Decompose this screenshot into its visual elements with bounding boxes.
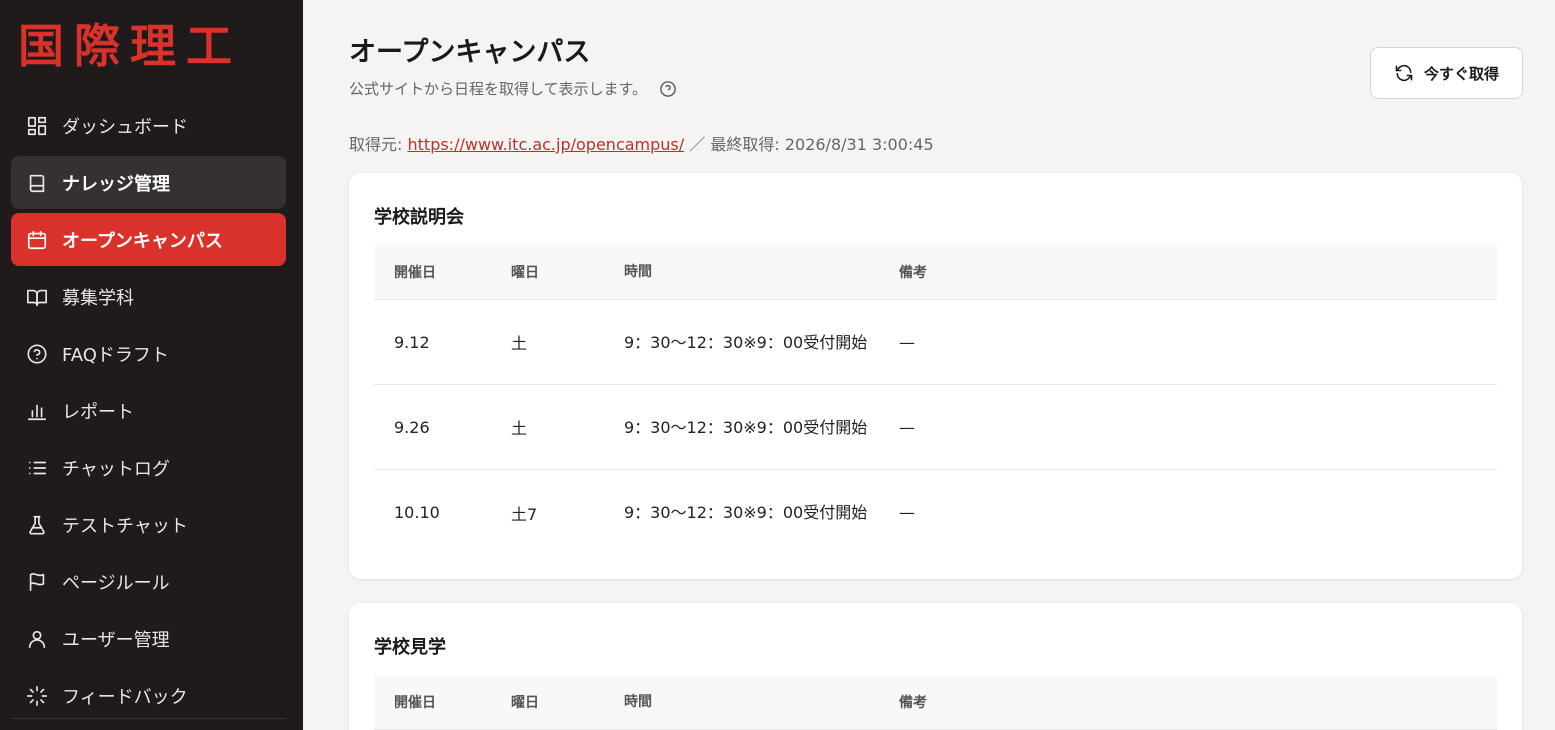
loader-icon [26, 685, 48, 707]
table-header: 開催日 曜日 時間 備考 [374, 675, 1497, 730]
cell-time: 9：30〜12：30※9：00受付開始 [624, 332, 868, 352]
schedule-table: 開催日 曜日 時間 備考 [374, 675, 1497, 730]
cell-weekday: 土 [511, 334, 528, 353]
cell-date: 9.26 [394, 417, 430, 437]
sidebar-item-label: FAQドラフト [62, 344, 169, 366]
cell-note: — [899, 417, 915, 437]
table-header: 開催日 曜日 時間 備考 [374, 245, 1497, 300]
page-subtitle-text: 公式サイトから日程を取得して表示します。 [349, 80, 648, 98]
bar-chart-icon [26, 400, 48, 422]
list-icon [26, 457, 48, 479]
source-prefix: 取得元: [349, 135, 403, 154]
sidebar-item-open-campus[interactable]: オープンキャンパス [11, 213, 286, 266]
sidebar-item-label: ダッシュボード [62, 116, 188, 138]
sidebar-item-label: ページルール [62, 572, 170, 594]
column-header-note: 備考 [899, 695, 927, 711]
sidebar: 国際理工 ダッシュボード ナレッジ管理 オープンキャンパス 募集学科 FAQドラ… [0, 0, 303, 730]
sidebar-item-user-management[interactable]: ユーザー管理 [11, 612, 286, 665]
section-card-school-briefing: 学校説明会 開催日 曜日 時間 備考 9.12 土 9：30〜12：30※9：0… [349, 173, 1522, 579]
sidebar-item-test-chat[interactable]: テストチャット [11, 498, 286, 551]
sidebar-item-label: ユーザー管理 [62, 629, 170, 651]
sidebar-item-label: オープンキャンパス [62, 230, 223, 252]
book-icon [26, 172, 48, 194]
table-row: 9.26 土 9：30〜12：30※9：00受付開始 — [374, 385, 1497, 470]
cell-date: 10.10 [394, 503, 440, 522]
column-header-date: 開催日 [394, 265, 436, 281]
column-header-date: 開催日 [394, 695, 436, 711]
column-header-weekday: 曜日 [511, 265, 539, 281]
section-title: 学校見学 [374, 637, 446, 658]
sidebar-item-faq-draft[interactable]: FAQドラフト [11, 327, 286, 380]
open-book-icon [26, 286, 48, 308]
cell-note: — [899, 503, 915, 522]
page-title: オープンキャンパス [349, 37, 591, 68]
sidebar-item-label: レポート [62, 401, 134, 423]
sidebar-item-chat-log[interactable]: チャットログ [11, 441, 286, 494]
source-separator: ／ [689, 135, 706, 154]
cell-weekday: 土7 [511, 504, 538, 524]
column-header-note: 備考 [899, 265, 927, 281]
section-title: 学校説明会 [374, 207, 464, 228]
cell-weekday: 土 [511, 419, 528, 438]
sidebar-item-label: ナレッジ管理 [62, 173, 170, 195]
schedule-table: 開催日 曜日 時間 備考 9.12 土 9：30〜12：30※9：00受付開始 … [374, 245, 1497, 555]
sidebar-item-label: 募集学科 [62, 287, 134, 309]
sidebar-item-label: テストチャット [62, 515, 188, 537]
table-row: 10.10 土7 9：30〜12：30※9：00受付開始 — [374, 470, 1497, 555]
sidebar-divider [11, 718, 286, 719]
last-fetched: 最終取得: 2026/8/31 3:00:45 [710, 135, 934, 154]
refresh-icon [1395, 64, 1413, 82]
sidebar-item-departments[interactable]: 募集学科 [11, 270, 286, 323]
main-content: オープンキャンパス 公式サイトから日程を取得して表示します。 今すぐ取得 取得元… [303, 0, 1555, 730]
help-circle-icon [26, 343, 48, 365]
cell-note: — [899, 332, 915, 352]
column-header-time: 時間 [624, 693, 652, 710]
sidebar-item-page-rules[interactable]: ページルール [11, 555, 286, 608]
column-header-weekday: 曜日 [511, 695, 539, 711]
refresh-button[interactable]: 今すぐ取得 [1370, 47, 1523, 99]
cell-date: 9.12 [394, 332, 430, 352]
sidebar-nav: ダッシュボード ナレッジ管理 オープンキャンパス 募集学科 FAQドラフト レポ… [11, 99, 286, 726]
sidebar-item-report[interactable]: レポート [11, 384, 286, 437]
page-subtitle: 公式サイトから日程を取得して表示します。 [349, 78, 677, 99]
cell-time: 9：30〜12：30※9：00受付開始 [624, 503, 868, 522]
section-card-school-tour: 学校見学 開催日 曜日 時間 備考 [349, 603, 1522, 730]
dashboard-icon [26, 115, 48, 137]
sidebar-item-knowledge[interactable]: ナレッジ管理 [11, 156, 286, 209]
sidebar-item-label: チャットログ [62, 458, 170, 480]
calendar-icon [26, 229, 48, 251]
user-icon [26, 628, 48, 650]
refresh-button-label: 今すぐ取得 [1423, 64, 1499, 83]
source-link[interactable]: https://www.itc.ac.jp/opencampus/ [408, 135, 685, 154]
source-line: 取得元: https://www.itc.ac.jp/opencampus/ ／… [349, 131, 934, 155]
table-row: 9.12 土 9：30〜12：30※9：00受付開始 — [374, 300, 1497, 385]
help-icon[interactable] [659, 80, 677, 98]
sidebar-item-dashboard[interactable]: ダッシュボード [11, 99, 286, 152]
cell-time: 9：30〜12：30※9：00受付開始 [624, 417, 868, 437]
column-header-time: 時間 [624, 263, 652, 280]
flag-icon [26, 571, 48, 593]
sidebar-item-feedback[interactable]: フィードバック [11, 669, 286, 722]
sidebar-item-label: フィードバック [62, 686, 188, 708]
brand-logo[interactable]: 国際理工 [18, 18, 242, 74]
flask-icon [26, 514, 48, 536]
